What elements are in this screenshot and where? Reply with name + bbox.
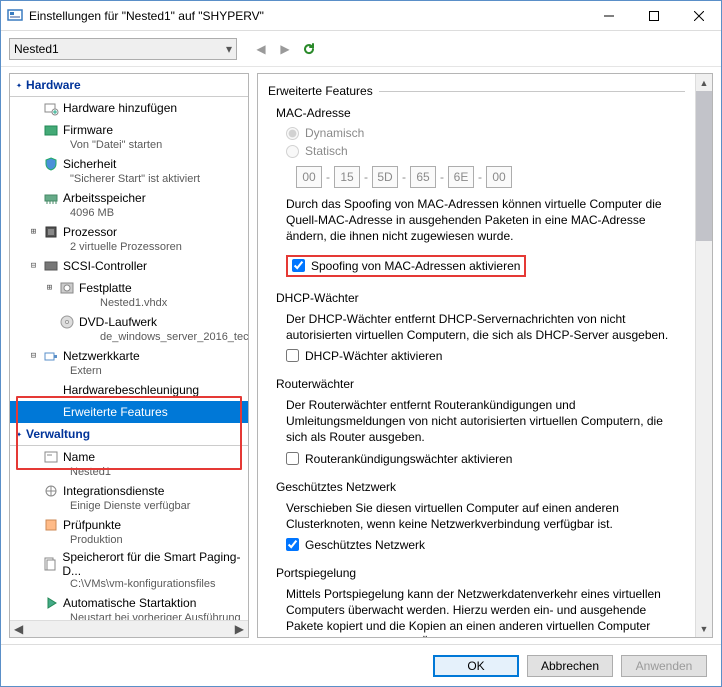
mac-seg-1[interactable]: 15	[334, 166, 360, 188]
nav-forward[interactable]: ▶	[273, 37, 297, 61]
tree-hw-accel[interactable]: +Hardwarebeschleunigung	[10, 379, 248, 401]
checkpoint-icon	[43, 517, 59, 533]
firmware-icon	[43, 122, 59, 138]
chk-protected-network[interactable]: Geschütztes Netzwerk	[286, 538, 685, 552]
group-router: Routerwächter Der Routerwächter entfernt…	[276, 377, 685, 466]
tree-firmware[interactable]: +Firmware Von "Datei" starten	[10, 119, 248, 153]
mac-address-row: 00- 15- 5D- 65- 6E- 00	[296, 166, 685, 188]
autostart-icon	[43, 595, 59, 611]
minimize-button[interactable]	[586, 1, 631, 30]
tree-nic[interactable]: ⊟Netzwerkkarte Extern	[10, 345, 248, 379]
group-dhcp: DHCP-Wächter Der DHCP-Wächter entfernt D…	[276, 291, 685, 363]
name-icon	[43, 449, 59, 465]
radio-mac-dynamic[interactable]: Dynamisch	[286, 126, 685, 140]
section-management-label: Verwaltung	[26, 427, 90, 441]
maximize-button[interactable]	[631, 1, 676, 30]
tree-memory[interactable]: +Arbeitsspeicher 4096 MB	[10, 187, 248, 221]
mac-seg-5[interactable]: 00	[486, 166, 512, 188]
titlebar: Einstellungen für "Nested1" auf "SHYPERV…	[1, 1, 721, 31]
settings-tree-panel: ✦ Hardware +Hardware hinzufügen +Firmwar…	[9, 73, 249, 638]
highlight-box-spoofing: Spoofing von MAC-Adressen aktivieren	[286, 255, 526, 277]
tree-dvd[interactable]: +DVD-Laufwerk de_windows_server_2016_tec…	[10, 311, 248, 345]
tree-autostart[interactable]: +Automatische Startaktion Neustart bei v…	[10, 592, 248, 620]
scsi-icon	[43, 258, 59, 274]
tree-extended-features[interactable]: +Erweiterte Features	[10, 401, 248, 423]
tree-scsi[interactable]: ⊟SCSI-Controller	[10, 255, 248, 277]
radio-mac-static[interactable]: Statisch	[286, 144, 685, 158]
panel-title: Erweiterte Features	[268, 84, 373, 98]
tree-checkpoints[interactable]: +Prüfpunkte Produktion	[10, 514, 248, 548]
chk-router-guard[interactable]: Routerankündigungswächter aktivieren	[286, 452, 685, 466]
integration-icon	[43, 483, 59, 499]
apply-button[interactable]: Anwenden	[621, 655, 707, 677]
dialog-footer: OK Abbrechen Anwenden	[1, 644, 721, 686]
tree-name[interactable]: +Name Nested1	[10, 446, 248, 480]
cancel-button[interactable]: Abbrechen	[527, 655, 613, 677]
tree-hdd[interactable]: ⊞Festplatte Nested1.vhdx	[10, 277, 248, 311]
tree-add-hardware[interactable]: +Hardware hinzufügen	[10, 97, 248, 119]
chk-mac-spoofing[interactable]	[292, 259, 305, 272]
close-button[interactable]	[676, 1, 721, 30]
group-protected-network: Geschütztes Netzwerk Verschieben Sie die…	[276, 480, 685, 552]
settings-tree[interactable]: ✦ Hardware +Hardware hinzufügen +Firmwar…	[10, 74, 248, 620]
group-port-mirroring: Portspiegelung Mittels Portspiegelung ka…	[276, 566, 685, 637]
memory-icon	[43, 190, 59, 206]
mac-seg-4[interactable]: 6E	[448, 166, 474, 188]
section-hardware: ✦ Hardware	[10, 74, 248, 97]
toolbar: Nested1 ▾ ◀ ▶	[1, 31, 721, 67]
tree-paging[interactable]: +Speicherort für die Smart Paging-D... C…	[10, 548, 248, 592]
shield-icon	[43, 156, 59, 172]
tree-integration[interactable]: +Integrationsdienste Einige Dienste verf…	[10, 480, 248, 514]
settings-detail-panel: Erweiterte Features MAC-Adresse Dynamisc…	[257, 73, 713, 638]
refresh-button[interactable]	[297, 37, 321, 61]
vm-selector[interactable]: Nested1 ▾	[9, 38, 237, 60]
cpu-icon	[43, 224, 59, 240]
app-icon	[7, 8, 23, 24]
nic-icon	[43, 348, 59, 364]
group-mac: MAC-Adresse Dynamisch Statisch 00- 15- 5…	[276, 106, 685, 277]
window-title: Einstellungen für "Nested1" auf "SHYPERV…	[29, 9, 586, 23]
add-hw-icon	[43, 100, 59, 116]
paging-icon	[42, 556, 58, 572]
chk-dhcp-guard[interactable]: DHCP-Wächter aktivieren	[286, 349, 685, 363]
tree-security[interactable]: +Sicherheit "Sicherer Start" ist aktivie…	[10, 153, 248, 187]
mac-seg-0[interactable]: 00	[296, 166, 322, 188]
mac-seg-3[interactable]: 65	[410, 166, 436, 188]
panel-title-row: Erweiterte Features	[268, 84, 685, 98]
ok-button[interactable]: OK	[433, 655, 519, 677]
section-management: ✦ Verwaltung	[10, 423, 248, 446]
dvd-icon	[59, 314, 75, 330]
section-hardware-label: Hardware	[26, 78, 81, 92]
detail-vscrollbar[interactable]: ▲ ▼	[695, 74, 712, 637]
mac-seg-2[interactable]: 5D	[372, 166, 398, 188]
tree-hscrollbar[interactable]: ◀▶	[10, 620, 248, 637]
nav-back[interactable]: ◀	[249, 37, 273, 61]
hdd-icon	[59, 280, 75, 296]
tree-cpu[interactable]: ⊞Prozessor 2 virtuelle Prozessoren	[10, 221, 248, 255]
vm-selector-value: Nested1	[14, 42, 59, 56]
chevron-down-icon: ▾	[226, 42, 232, 56]
